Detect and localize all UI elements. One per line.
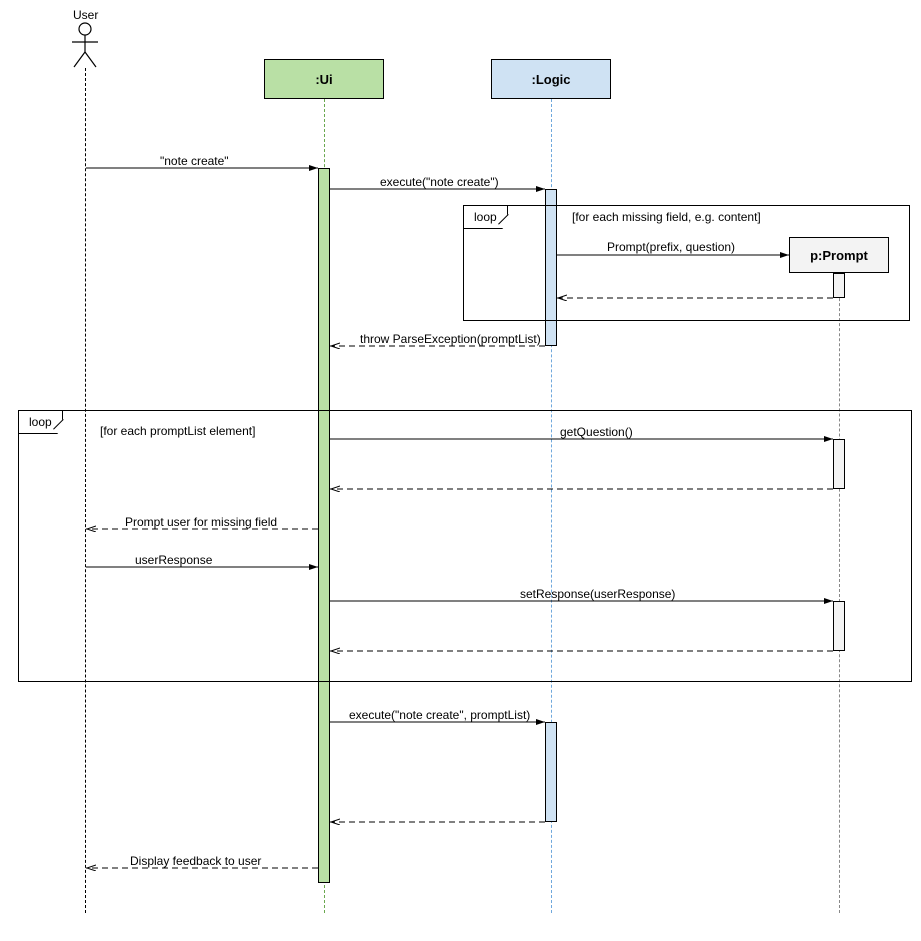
loop-tag-2-label: loop [29,415,52,429]
msg-throw-parse: throw ParseException(promptList) [360,332,541,346]
loop-tag-1: loop [463,205,508,229]
lifeline-head-prompt-label: p:Prompt [810,248,868,263]
msg-prompt-create: Prompt(prefix, question) [607,240,735,254]
loop-tag-2: loop [18,410,63,434]
lifeline-head-logic-label: :Logic [532,72,571,87]
msg-note-create: "note create" [160,154,229,168]
msg-display-feedback: Display feedback to user [130,854,261,868]
lifeline-head-prompt: p:Prompt [789,237,889,273]
loop-box-2 [18,410,912,682]
sequence-diagram: User :Ui :Logic loop [for each missing f… [0,0,921,941]
msg-getquestion: getQuestion() [560,425,633,439]
msg-prompt-user: Prompt user for missing field [125,515,277,529]
loop-guard-1: [for each missing field, e.g. content] [572,210,761,224]
msg-setresponse: setResponse(userResponse) [520,587,675,601]
activation-logic-2 [545,722,557,822]
msg-execute-1: execute("note create") [380,175,499,189]
actor-user-icon [72,22,98,68]
msg-execute-2: execute("note create", promptList) [349,708,530,722]
loop-guard-2: [for each promptList element] [100,424,255,438]
msg-user-response: userResponse [135,553,212,567]
actor-user-label: User [73,8,98,22]
lifeline-head-ui: :Ui [264,59,384,99]
lifeline-head-ui-label: :Ui [315,72,332,87]
lifeline-head-logic: :Logic [491,59,611,99]
loop-tag-1-label: loop [474,210,497,224]
